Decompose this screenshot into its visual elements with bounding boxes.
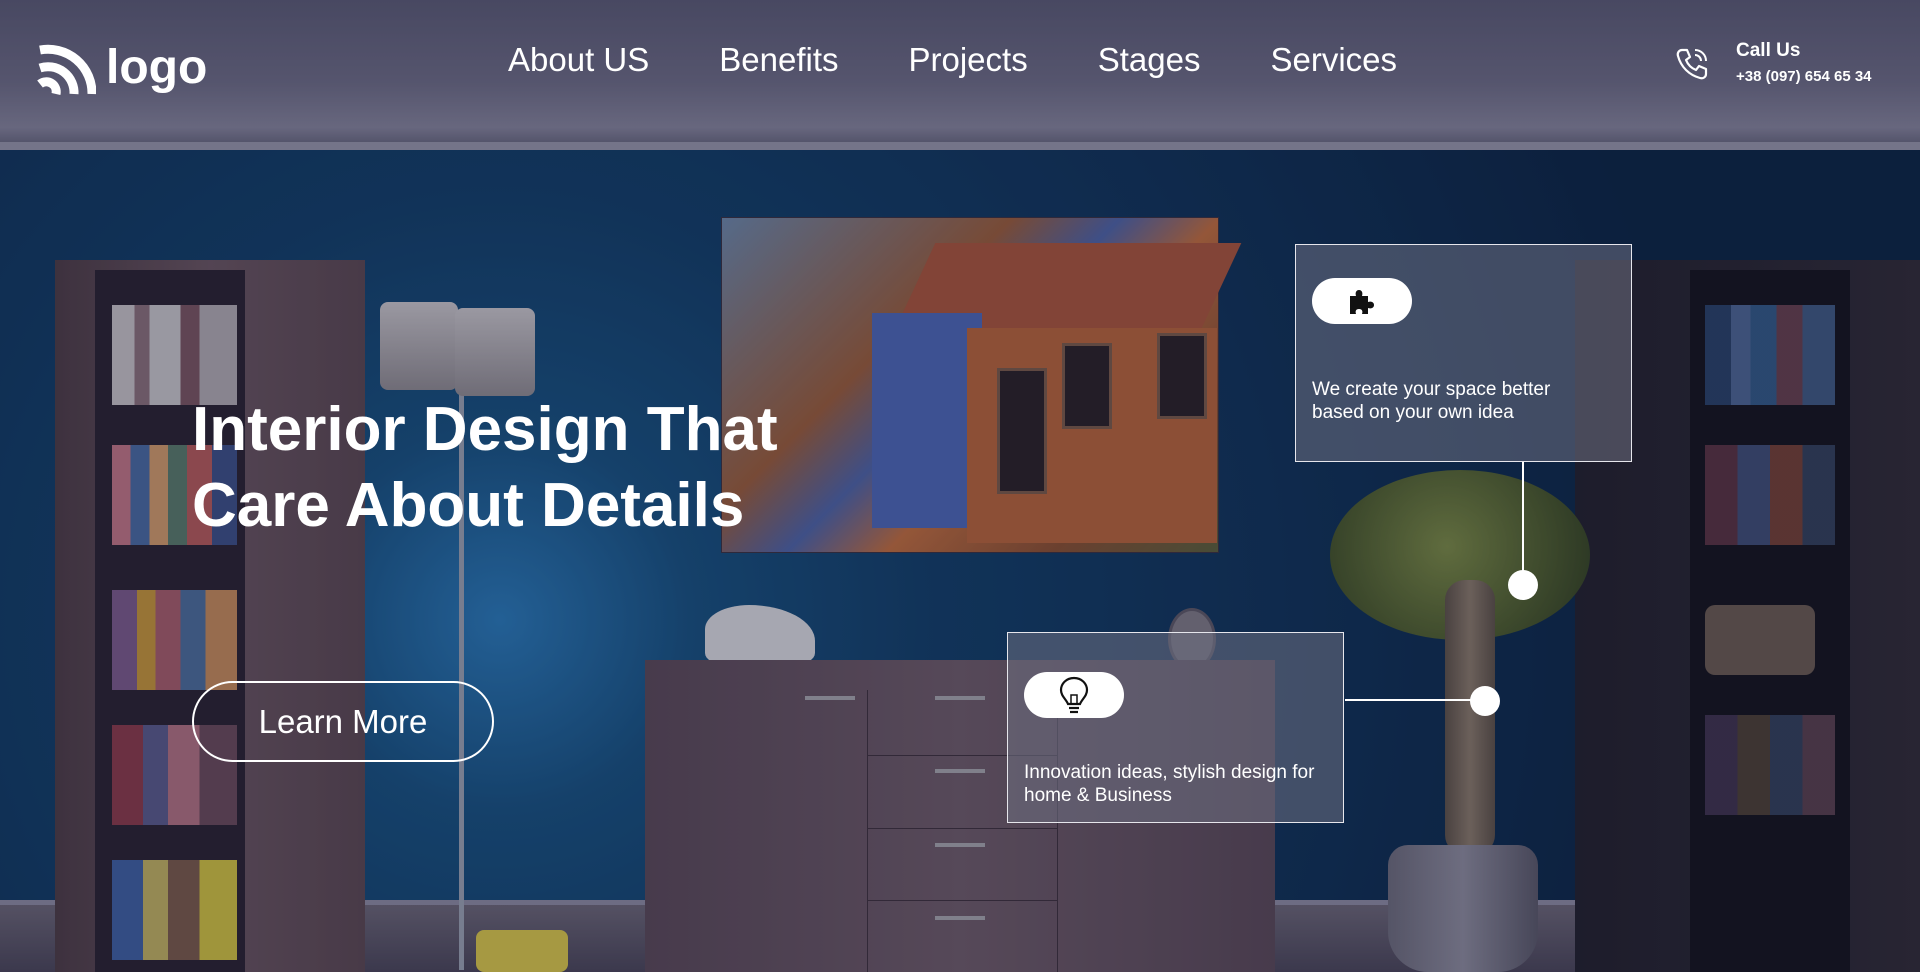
site-header: logo About US Benefits Projects Stages S… — [0, 0, 1920, 120]
lightbulb-icon — [1059, 676, 1089, 714]
callout-card-ideas: We create your space better based on you… — [1295, 244, 1632, 462]
puzzle-icon — [1350, 290, 1374, 314]
nav-projects[interactable]: Projects — [909, 40, 1028, 80]
nav-stages[interactable]: Stages — [1098, 40, 1201, 80]
hotspot-dot[interactable] — [1508, 570, 1538, 600]
connector-line — [1345, 699, 1485, 701]
nav-about-us[interactable]: About US — [508, 40, 649, 80]
hero-title: Interior Design That Care About Details — [192, 392, 892, 544]
learn-more-button[interactable]: Learn More — [192, 681, 494, 762]
main-nav: About US Benefits Projects Stages Servic… — [508, 40, 1397, 80]
logo-text: logo — [106, 41, 208, 94]
callout-text: Innovation ideas, stylish design for hom… — [1024, 762, 1315, 806]
phone-number[interactable]: +38 (097) 654 65 34 — [1736, 66, 1872, 88]
phone-icon — [1676, 48, 1708, 80]
connector-line — [1522, 462, 1524, 586]
logo-icon — [37, 44, 96, 95]
icon-pill — [1312, 278, 1412, 324]
call-us[interactable]: Call Us +38 (097) 654 65 34 — [1672, 40, 1872, 88]
logo[interactable]: logo — [36, 38, 207, 98]
hotspot-dot[interactable] — [1470, 686, 1500, 716]
nav-services[interactable]: Services — [1270, 40, 1397, 80]
callout-card-innovation: Innovation ideas, stylish design for hom… — [1007, 632, 1344, 823]
call-label: Call Us — [1736, 40, 1801, 61]
hero-title-line-2: Care About Details — [192, 471, 745, 540]
icon-pill — [1024, 672, 1124, 718]
callout-text: We create your space better based on you… — [1312, 379, 1551, 423]
call-text: Call Us +38 (097) 654 65 34 — [1736, 40, 1872, 88]
hero-title-line-1: Interior Design That — [192, 395, 778, 464]
nav-benefits[interactable]: Benefits — [719, 40, 838, 80]
